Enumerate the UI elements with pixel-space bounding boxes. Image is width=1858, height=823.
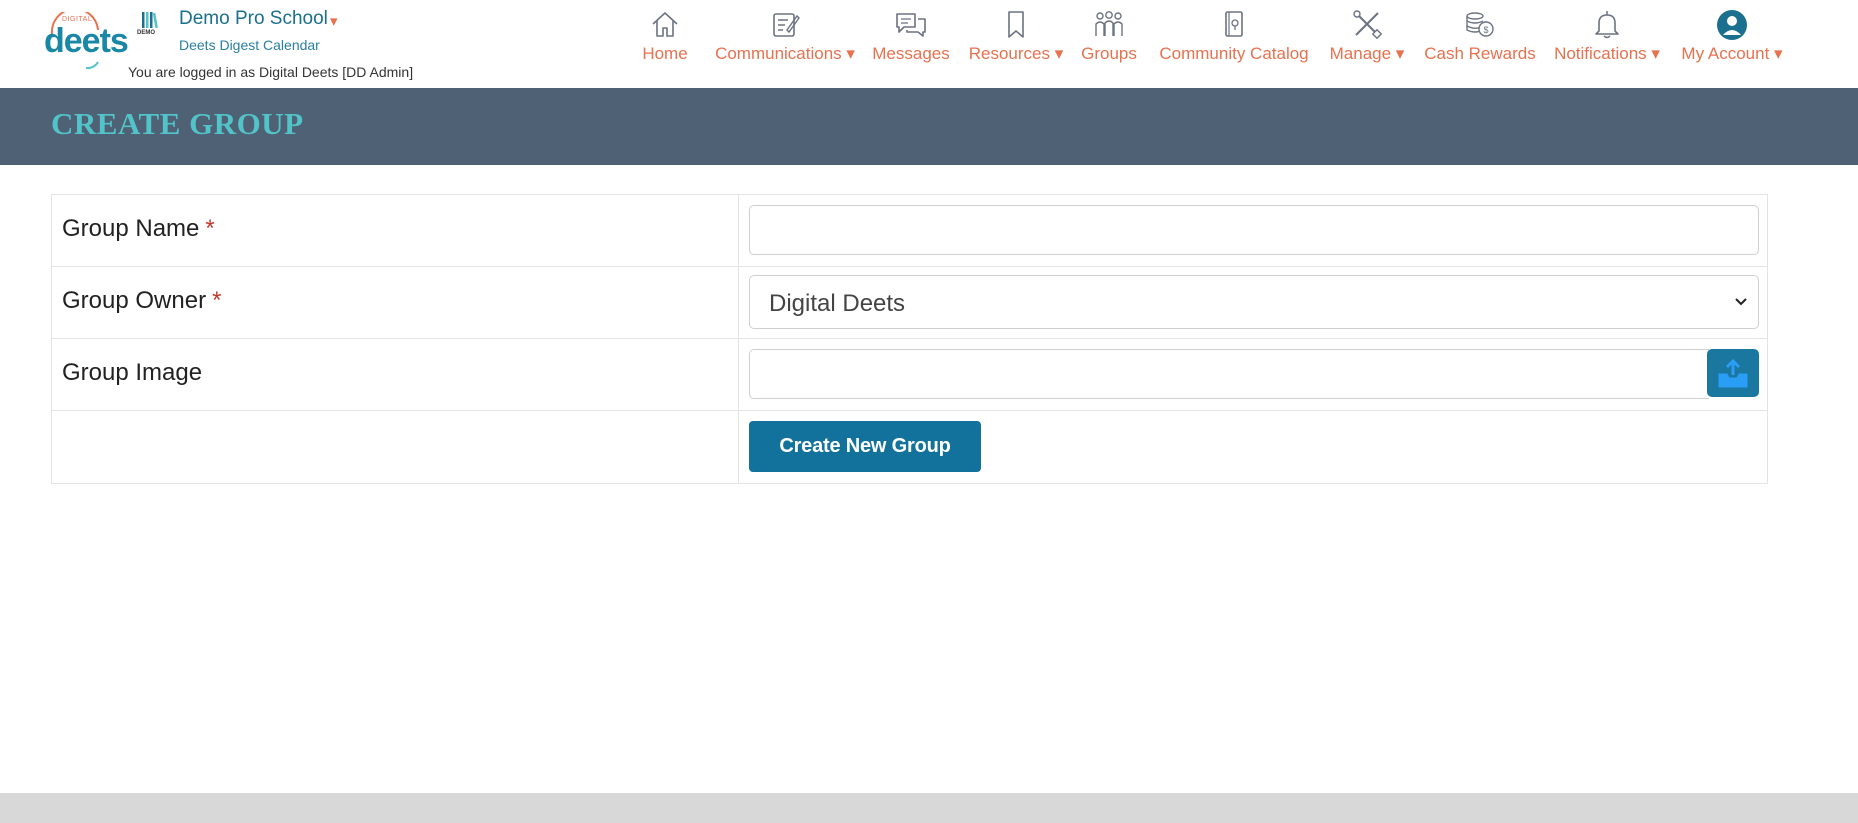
upload-image-button[interactable] <box>1707 349 1759 397</box>
home-icon <box>631 8 699 42</box>
group-image-file-field[interactable] <box>749 349 1709 399</box>
group-image-label: Group Image <box>62 359 203 386</box>
edit-note-icon <box>710 8 860 42</box>
nav-label: My Account ▾ <box>1681 44 1783 63</box>
page-title-band: CREATE GROUP <box>0 88 1858 165</box>
form-row-group-image: Group Image <box>52 339 1767 411</box>
top-header: DIGITAL deets DEMO Demo Pro School ▾ Dee… <box>0 0 1858 88</box>
school-dropdown-caret-icon[interactable]: ▾ <box>330 12 338 30</box>
logo-deets-text: deets <box>44 22 129 60</box>
bell-icon <box>1551 8 1663 42</box>
svg-text:$: $ <box>1483 25 1488 35</box>
group-owner-label-text: Group Owner <box>62 287 207 314</box>
coins-icon: $ <box>1421 8 1539 42</box>
school-name-link[interactable]: Demo Pro School <box>179 8 328 30</box>
footer-bar <box>0 793 1858 823</box>
label-cell: Group Image <box>52 339 739 410</box>
label-cell <box>52 411 739 483</box>
form-row-group-owner: Group Owner * Digital Deets <box>52 267 1767 339</box>
school-logo[interactable]: DEMO <box>136 10 164 42</box>
group-owner-select[interactable]: Digital Deets <box>749 275 1759 329</box>
nav-item-my-account[interactable]: My Account ▾ <box>1676 8 1788 74</box>
create-new-group-button[interactable]: Create New Group <box>749 421 981 472</box>
nav-item-manage[interactable]: Manage ▾ <box>1326 8 1408 74</box>
tools-icon <box>1326 8 1408 42</box>
nav-item-messages[interactable]: Messages <box>870 8 952 74</box>
nav-label: Groups <box>1081 44 1137 63</box>
group-owner-label: Group Owner * <box>62 287 221 315</box>
bookmark-icon <box>966 8 1066 42</box>
nav-label: Messages <box>872 44 950 63</box>
value-cell <box>740 195 1767 266</box>
chevron-down-icon <box>1735 298 1747 306</box>
nav-item-community-catalog[interactable]: Community Catalog <box>1156 8 1312 74</box>
nav-item-home[interactable]: Home <box>631 8 699 74</box>
books-icon <box>142 12 158 29</box>
digital-deets-logo[interactable]: DIGITAL deets <box>42 12 129 70</box>
value-cell: Create New Group <box>740 411 1767 483</box>
nav-item-communications[interactable]: Communications ▾ <box>710 8 860 74</box>
user-avatar-icon <box>1676 8 1788 42</box>
catalog-book-icon <box>1156 8 1312 42</box>
group-name-label: Group Name * <box>62 215 215 243</box>
nav-label: Cash Rewards <box>1424 44 1536 63</box>
nav-label: Notifications ▾ <box>1554 44 1660 63</box>
label-cell: Group Owner * <box>52 267 739 338</box>
people-icon <box>1078 8 1140 42</box>
create-group-form: Group Name * Group Owner * Digital Deets G… <box>51 194 1768 484</box>
nav-label: Community Catalog <box>1159 44 1309 63</box>
form-row-submit: Create New Group <box>52 411 1767 483</box>
value-cell: Digital Deets <box>740 267 1767 338</box>
required-marker: * <box>205 215 215 242</box>
upload-tray-icon <box>1718 358 1748 388</box>
form-row-group-name: Group Name * <box>52 195 1767 267</box>
page-title: CREATE GROUP <box>51 106 304 141</box>
required-marker: * <box>212 287 222 314</box>
group-name-input[interactable] <box>749 205 1759 255</box>
nav-item-cash-rewards[interactable]: $ Cash Rewards <box>1421 8 1539 74</box>
nav-label: Communications ▾ <box>715 44 855 63</box>
nav-item-notifications[interactable]: Notifications ▾ <box>1551 8 1663 74</box>
chat-bubbles-icon <box>870 8 952 42</box>
nav-item-resources[interactable]: Resources ▾ <box>966 8 1066 74</box>
group-owner-selected-value: Digital Deets <box>769 290 906 317</box>
nav-label: Resources ▾ <box>968 44 1064 63</box>
group-name-label-text: Group Name <box>62 215 200 242</box>
nav-item-groups[interactable]: Groups <box>1078 8 1140 74</box>
value-cell <box>740 339 1767 410</box>
label-cell: Group Name * <box>52 195 739 266</box>
school-logo-text: DEMO <box>137 30 155 36</box>
nav-label: Manage ▾ <box>1329 44 1405 63</box>
login-status-text: You are logged in as Digital Deets [DD A… <box>128 64 414 80</box>
deets-digest-calendar-link[interactable]: Deets Digest Calendar <box>179 37 320 53</box>
nav-label: Home <box>642 44 688 63</box>
